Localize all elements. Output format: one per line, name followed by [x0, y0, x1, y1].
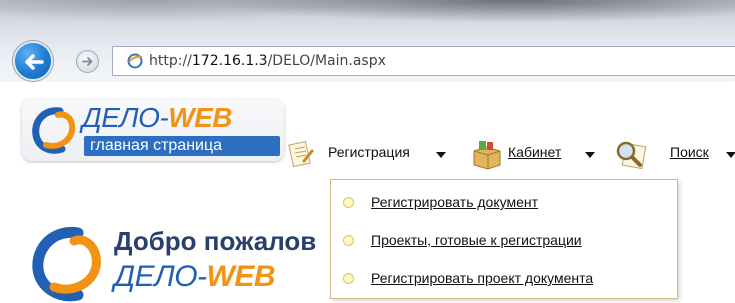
dropdown-item-label: Регистрировать проект документа	[371, 270, 594, 286]
dropdown-item-register-project[interactable]: Регистрировать проект документа	[331, 264, 677, 294]
forward-arrow-icon	[82, 57, 93, 66]
circle-bullet-icon	[343, 197, 354, 208]
registration-dropdown: Регистрировать документ Проекты, готовые…	[330, 179, 678, 299]
back-arrow-icon	[25, 54, 44, 70]
forward-button[interactable]	[76, 50, 99, 73]
menu-search[interactable]: Поиск	[614, 139, 735, 170]
welcome-brand: ДЕЛО-WEB	[114, 260, 276, 293]
registration-icon	[288, 140, 314, 168]
back-button[interactable]	[13, 41, 53, 81]
logo-subtitle: главная страница	[84, 136, 280, 156]
dropdown-item-ready-projects[interactable]: Проекты, готовые к регистрации	[331, 226, 677, 256]
url-text: http://172.16.1.3/DELO/Main.aspx	[149, 53, 386, 69]
search-icon	[616, 141, 647, 170]
circle-bullet-icon	[343, 273, 354, 284]
address-bar[interactable]: http://172.16.1.3/DELO/Main.aspx	[112, 46, 735, 76]
menu-registration[interactable]: Регистрация	[286, 139, 456, 169]
chevron-down-icon	[726, 152, 735, 158]
circle-bullet-icon	[343, 235, 354, 246]
menu-search-label: Поиск	[670, 144, 709, 160]
dropdown-item-register-document[interactable]: Регистрировать документ	[331, 188, 677, 218]
delo-swirl-logo-icon	[32, 107, 76, 154]
delo-swirl-large-icon	[32, 226, 101, 302]
logo-title: ДЕЛО-WEB	[82, 102, 233, 133]
welcome-heading: Добро пожалов	[114, 226, 317, 256]
dropdown-item-label: Проекты, готовые к регистрации	[371, 232, 582, 248]
delo-web-logo[interactable]: ДЕЛО-WEB главная страница	[22, 99, 284, 161]
menu-cabinet-label: Кабинет	[508, 144, 562, 160]
chevron-down-icon	[436, 152, 446, 158]
dropdown-item-label: Регистрировать документ	[371, 194, 539, 210]
menu-registration-label: Регистрация	[328, 144, 410, 160]
cabinet-icon	[473, 141, 501, 170]
menu-cabinet[interactable]: Кабинет	[470, 139, 605, 170]
browser-toolbar: http://172.16.1.3/DELO/Main.aspx	[0, 0, 735, 82]
chevron-down-icon	[585, 152, 595, 158]
ie-page-icon	[127, 53, 143, 69]
